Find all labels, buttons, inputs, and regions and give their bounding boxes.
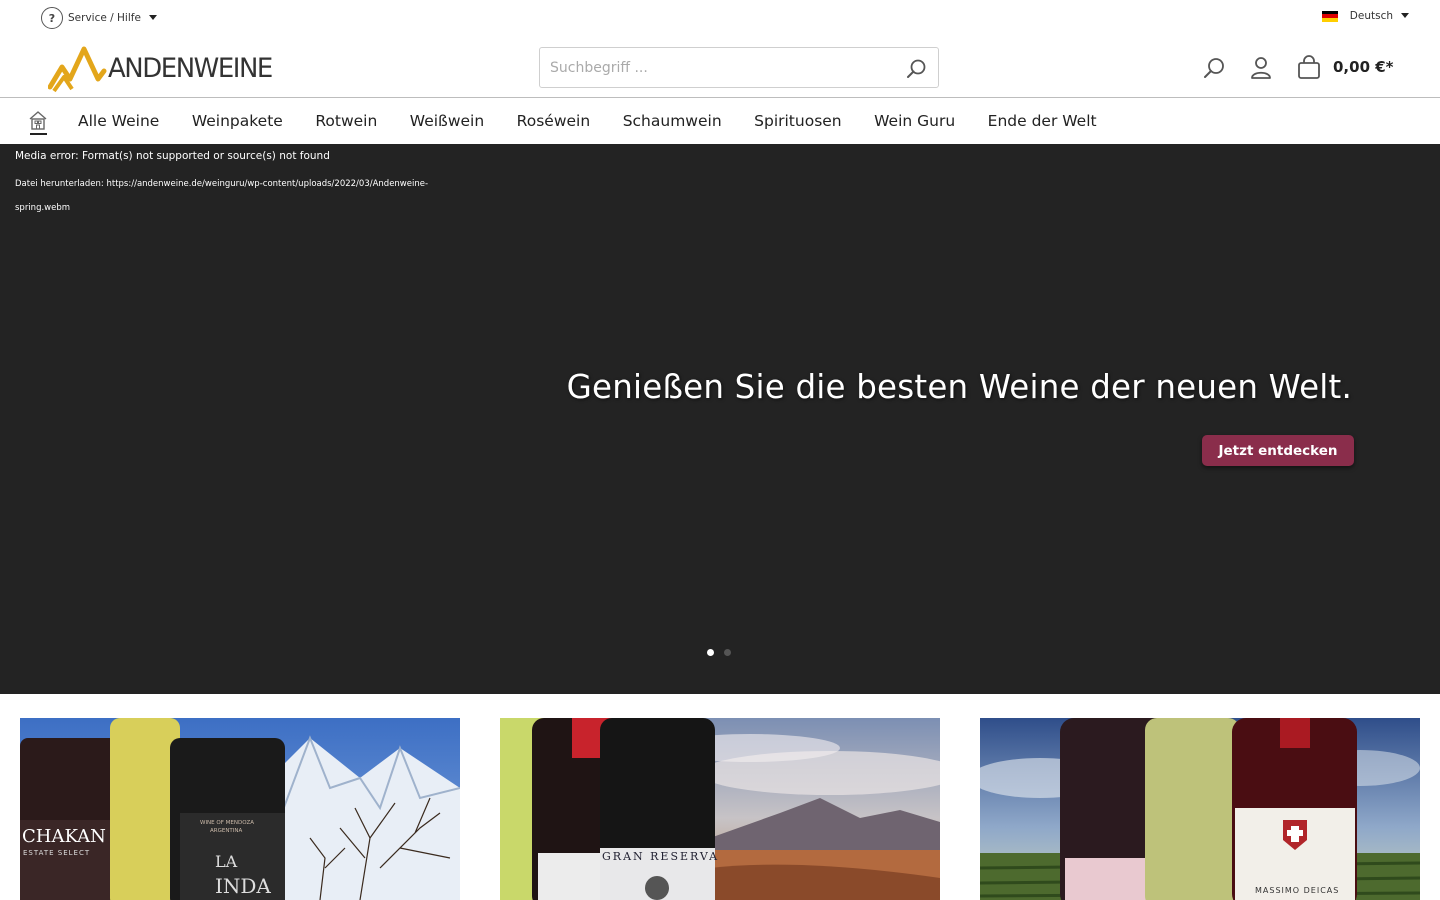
active-indicator xyxy=(30,133,47,135)
slider-dot-2[interactable] xyxy=(724,649,731,656)
language-label: Deutsch xyxy=(1349,10,1393,22)
slider-dot-1[interactable] xyxy=(707,649,714,656)
home-icon xyxy=(29,111,47,130)
bottle-label-gran-reserva: GRAN RESERVA xyxy=(602,850,720,863)
question-icon: ? xyxy=(41,7,63,29)
logo-text: ANDENWEINE xyxy=(108,53,273,84)
slider-dots xyxy=(707,649,741,656)
main-navigation: Alle Weine Weinpakete Rotwein Weißwein R… xyxy=(0,98,1440,144)
wine-bottles-mountains-image xyxy=(20,718,460,900)
category-tile-2[interactable]: GRAN RESERVA xyxy=(500,718,940,900)
bottle-label-massimo-deicas: MASSIMO DEICAS xyxy=(1255,886,1340,895)
bottle-label-la: LA xyxy=(215,852,238,871)
bottle-label-mendoza: WINE OF MENDOZA xyxy=(200,820,255,826)
category-tile-1[interactable]: CHAKAN ESTATE SELECT WINE OF MENDOZA ARG… xyxy=(20,718,460,900)
search-box xyxy=(539,47,939,88)
chevron-down-icon xyxy=(1401,12,1409,18)
nav-item-alle-weine[interactable]: Alle Weine xyxy=(78,112,159,130)
wine-bottles-vineyard-image xyxy=(980,718,1420,900)
hero-slider: Media error: Format(s) not supported or … xyxy=(0,144,1440,694)
cart-total[interactable]: 0,00 €* xyxy=(1333,58,1394,76)
nav-item-schaumwein[interactable]: Schaumwein xyxy=(623,112,722,130)
cart-button[interactable] xyxy=(1296,55,1322,81)
media-download-link[interactable]: Datei herunterladen: https://andenweine.… xyxy=(15,172,465,220)
bottle-label-inda: INDA xyxy=(215,874,271,898)
nav-item-ende-der-welt[interactable]: Ende der Welt xyxy=(988,112,1097,130)
nav-item-wein-guru[interactable]: Wein Guru xyxy=(874,112,955,130)
bottle-label-estate: ESTATE SELECT xyxy=(23,849,91,857)
account-button[interactable] xyxy=(1248,55,1274,81)
nav-item-spirituosen[interactable]: Spirituosen xyxy=(754,112,841,130)
nav-item-rosewein[interactable]: Roséwein xyxy=(517,112,591,130)
language-switcher[interactable]: Deutsch xyxy=(1321,10,1409,22)
search-icon xyxy=(907,59,926,78)
chevron-down-icon xyxy=(148,14,157,20)
media-error-text: Media error: Format(s) not supported or … xyxy=(15,150,330,162)
wine-bottles-desert-image xyxy=(500,718,940,900)
logo[interactable]: ANDENWEINE xyxy=(47,43,288,93)
flag-de-icon xyxy=(1321,10,1338,22)
service-label: Service / Hilfe xyxy=(68,12,141,24)
nav-item-weisswein[interactable]: Weißwein xyxy=(410,112,484,130)
category-tile-3[interactable]: MASSIMO DEICAS xyxy=(980,718,1420,900)
nav-item-weinpakete[interactable]: Weinpakete xyxy=(192,112,283,130)
discover-button[interactable]: Jetzt entdecken xyxy=(1202,435,1354,466)
logo-mountain-icon xyxy=(47,46,107,93)
bottle-label-chakan: CHAKAN xyxy=(22,826,106,847)
hero-title: Genießen Sie die besten Weine der neuen … xyxy=(566,368,1352,406)
home-button[interactable] xyxy=(28,109,48,135)
search-icon xyxy=(1204,58,1224,78)
user-icon xyxy=(1251,57,1271,79)
nav-items: Alle Weine Weinpakete Rotwein Weißwein R… xyxy=(78,98,1129,144)
service-menu[interactable]: ? Service / Hilfe xyxy=(41,7,157,29)
shopping-bag-icon xyxy=(1298,55,1320,79)
nav-item-rotwein[interactable]: Rotwein xyxy=(315,112,377,130)
search-button[interactable] xyxy=(904,57,928,81)
search-input[interactable] xyxy=(540,48,880,87)
bottle-label-argentina: ARGENTINA xyxy=(210,828,243,834)
search-toggle-button[interactable] xyxy=(1201,55,1227,81)
header: ANDENWEINE 0,00 €* xyxy=(0,38,1440,98)
top-bar: ? Service / Hilfe Deutsch xyxy=(0,0,1440,38)
